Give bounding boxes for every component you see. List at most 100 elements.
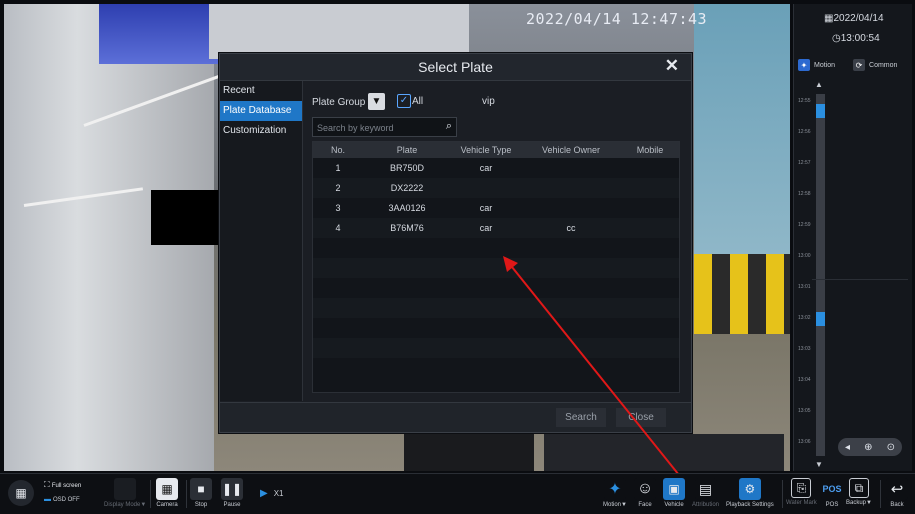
time-tick: 13:01 bbox=[798, 284, 811, 290]
close-icon[interactable]: ✕ bbox=[665, 56, 679, 76]
sidebar-item-recent[interactable]: Recent bbox=[220, 81, 302, 101]
table-row-empty bbox=[313, 238, 679, 258]
video-shadow bbox=[544, 434, 784, 471]
search-button[interactable]: Search bbox=[556, 408, 606, 427]
time-tick: 12:59 bbox=[798, 222, 811, 228]
back-button[interactable]: ↩ Back bbox=[886, 478, 908, 508]
legend-common: Common bbox=[869, 61, 898, 69]
toolbar-divider bbox=[150, 480, 151, 508]
camera-button[interactable]: ▦ Camera bbox=[156, 478, 178, 508]
motion-label: Motion▼ bbox=[603, 502, 627, 508]
pause-button[interactable]: ❚❚ Pause bbox=[221, 478, 243, 508]
scroll-up-icon[interactable]: ▲ bbox=[815, 80, 823, 89]
cell-type: car bbox=[479, 203, 493, 213]
toolbar-divider bbox=[186, 480, 187, 508]
table-row[interactable]: 1 BR750D car bbox=[313, 158, 679, 178]
table-row-empty bbox=[313, 358, 679, 378]
timeline-panel: ▦2022/04/14 ◷13:00:54 ✦ Motion ⟳ Common … bbox=[793, 4, 912, 471]
cell-plate: DX2222 bbox=[390, 183, 424, 193]
play-speed[interactable]: ▶ X1 bbox=[260, 488, 284, 499]
timeline-zoom-controls: ◂ ⊕ ⊙ bbox=[838, 438, 902, 456]
playback-settings-button[interactable]: ⚙ Playback Settings bbox=[726, 478, 774, 508]
cell-type: car bbox=[479, 163, 493, 173]
cell-no: 3 bbox=[335, 203, 341, 213]
pause-label: Pause bbox=[223, 502, 241, 508]
pause-icon: ❚❚ bbox=[221, 478, 243, 500]
motion-search-button[interactable]: ✦ Motion▼ bbox=[603, 478, 627, 508]
table-row[interactable]: 4 B76M76 car cc bbox=[313, 218, 679, 238]
vehicle-search-icon: ▣ bbox=[663, 478, 685, 500]
stop-label: Stop bbox=[194, 502, 208, 508]
pos-label: POS bbox=[825, 502, 839, 508]
motion-search-icon: ✦ bbox=[603, 478, 626, 500]
osd-toggle[interactable]: ▬ OSD OFF bbox=[44, 496, 80, 503]
table-row[interactable]: 3 3AA0126 car bbox=[313, 198, 679, 218]
dialog-title: Select Plate bbox=[418, 59, 493, 75]
filter-icon[interactable]: ▼ bbox=[368, 93, 385, 110]
water-mark-button[interactable]: ⎘ Water Mark bbox=[786, 478, 817, 506]
backup-button[interactable]: ⧉ Backup▼ bbox=[846, 478, 872, 506]
table-row-empty bbox=[313, 258, 679, 278]
vehicle-search-button[interactable]: ▣ Vehicle bbox=[663, 478, 685, 508]
time-tick: 13:00 bbox=[798, 253, 811, 259]
timeline[interactable]: ▲ ▼ 12:55 12:56 12:57 12:58 12:59 13:00 … bbox=[798, 80, 908, 470]
fullscreen-button[interactable]: ⛶ Full screen ▬ OSD OFF bbox=[44, 480, 81, 503]
camera-icon: ▦ bbox=[156, 478, 178, 500]
water-mark-icon: ⎘ bbox=[791, 478, 812, 498]
common-legend-icon: ⟳ bbox=[853, 59, 866, 71]
time-tick: 12:57 bbox=[798, 160, 811, 166]
motion-record-segment[interactable] bbox=[816, 312, 825, 326]
sidebar-item-plate-database[interactable]: Plate Database bbox=[220, 101, 302, 121]
zoom-out-icon[interactable]: ◂ bbox=[845, 442, 850, 453]
motion-record-segment[interactable] bbox=[816, 104, 825, 118]
sidebar-item-customization[interactable]: Customization bbox=[220, 121, 302, 141]
search-icon[interactable]: ⌕ bbox=[446, 120, 452, 133]
video-pillar bbox=[694, 254, 790, 334]
column-header[interactable]: Vehicle Owner bbox=[521, 145, 621, 155]
cell-plate: 3AA0126 bbox=[388, 203, 426, 213]
table-row[interactable]: 2 DX2222 bbox=[313, 178, 679, 198]
dialog-content: Plate Group ▼ ✓ All vip ⌕ No. Plate Vehi… bbox=[312, 81, 682, 403]
privacy-mask bbox=[151, 190, 223, 245]
column-header[interactable]: Vehicle Type bbox=[451, 145, 521, 155]
fullscreen-label: Full screen bbox=[51, 483, 82, 489]
time-tick: 13:03 bbox=[798, 346, 811, 352]
all-checkbox[interactable]: ✓ bbox=[397, 94, 411, 108]
video-right-wall bbox=[694, 4, 790, 254]
zoom-in-icon[interactable]: ⊕ bbox=[864, 442, 872, 453]
face-search-icon: ☺ bbox=[634, 478, 656, 500]
playback-toolbar: ▦ ⛶ Full screen ▬ OSD OFF Display Mode▼ … bbox=[0, 473, 915, 514]
vehicle-label: Vehicle bbox=[664, 502, 684, 508]
timeline-divider bbox=[812, 279, 908, 280]
time-tick: 13:02 bbox=[798, 315, 811, 321]
cell-plate: B76M76 bbox=[390, 223, 424, 233]
search-input[interactable] bbox=[315, 118, 437, 138]
column-header[interactable]: Mobile bbox=[621, 145, 679, 155]
time-tick: 12:56 bbox=[798, 129, 811, 135]
dialog-footer: Search Close bbox=[220, 402, 691, 432]
layout-button[interactable]: ▦ bbox=[8, 480, 34, 506]
back-label: Back bbox=[890, 502, 904, 508]
motion-legend-icon: ✦ bbox=[798, 59, 810, 71]
stop-button[interactable]: ■ Stop bbox=[190, 478, 212, 508]
backup-icon: ⧉ bbox=[848, 478, 869, 498]
display-mode-button[interactable]: Display Mode▼ bbox=[104, 478, 146, 508]
column-header[interactable]: Plate bbox=[363, 145, 451, 155]
column-header[interactable]: No. bbox=[313, 145, 363, 155]
attribution-button[interactable]: ▤ Attribution bbox=[692, 478, 719, 508]
table-row-empty bbox=[313, 318, 679, 338]
zoom-reset-icon[interactable]: ⊙ bbox=[887, 442, 895, 453]
fullscreen-icon: ⛶ Full screen bbox=[44, 480, 82, 489]
settings-gear-icon: ⚙ bbox=[738, 478, 761, 500]
close-button[interactable]: Close bbox=[616, 408, 666, 427]
speed-label: X1 bbox=[273, 489, 284, 498]
cell-plate: BR750D bbox=[389, 163, 425, 173]
cell-no: 4 bbox=[335, 223, 341, 233]
face-search-button[interactable]: ☺ Face bbox=[634, 478, 656, 508]
pos-button[interactable]: POS POS bbox=[821, 478, 843, 508]
legend-motion: Motion bbox=[814, 61, 836, 69]
panel-date: ▦2022/04/14 bbox=[824, 13, 884, 24]
timeline-track[interactable] bbox=[816, 94, 825, 456]
scroll-down-icon[interactable]: ▼ bbox=[815, 460, 823, 469]
time-tick: 13:06 bbox=[798, 439, 811, 445]
